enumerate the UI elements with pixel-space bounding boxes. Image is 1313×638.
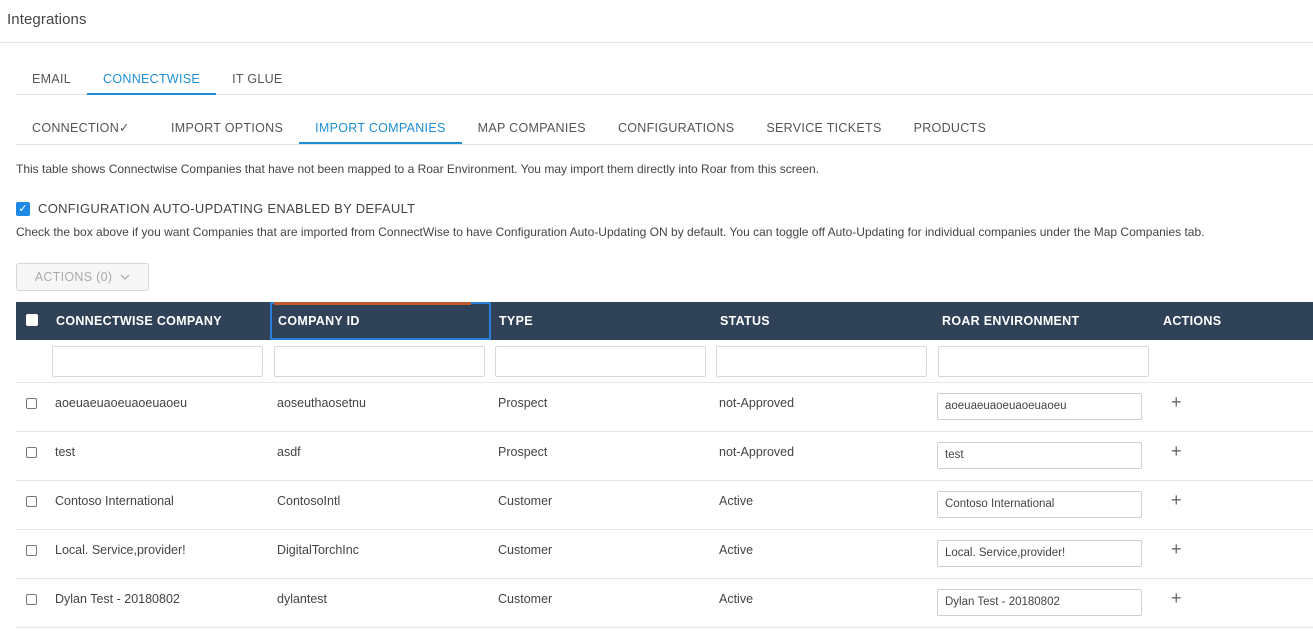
header-company-id[interactable]: COMPANY ID [270, 302, 491, 340]
auto-update-help: Check the box above if you want Companie… [16, 225, 1205, 239]
table-row: Local. Service,provider! DigitalTorchInc… [16, 530, 1313, 579]
cell-type: Customer [498, 494, 553, 508]
cell-company: aoeuaeuaoeuaoeuaoeu [55, 396, 188, 410]
plus-icon[interactable]: + [1155, 530, 1182, 559]
title-divider [0, 42, 1313, 43]
companies-table: CONNECTWISE COMPANY COMPANY ID TYPE STAT… [16, 302, 1313, 628]
auto-update-checkbox[interactable]: ✓ [16, 201, 30, 216]
tab-connectwise[interactable]: CONNECTWISE [87, 66, 217, 95]
table-row: test asdf Prospect not-Approved test + [16, 432, 1313, 481]
cell-type: Prospect [498, 396, 548, 410]
header-roar-environment[interactable]: ROAR ENVIRONMENT [934, 302, 1155, 340]
cell-company-id: dylantest [277, 592, 328, 606]
cell-company-id: ContosoIntl [277, 494, 341, 508]
check-icon: ✓ [18, 202, 28, 215]
page-title: Integrations [7, 11, 87, 28]
cell-status: not-Approved [719, 396, 795, 410]
description-text: This table shows Connectwise Companies t… [16, 162, 820, 176]
subtab-configurations[interactable]: CONFIGURATIONS [602, 115, 750, 144]
cell-status: not-Approved [719, 445, 795, 459]
header-actions: ACTIONS [1163, 314, 1222, 328]
environment-input[interactable]: test [937, 442, 1142, 469]
tab-email[interactable]: EMAIL [16, 66, 87, 95]
cell-status: Active [719, 494, 754, 508]
subtab-import-companies[interactable]: IMPORT COMPANIES [299, 115, 462, 144]
environment-input[interactable]: Local. Service,provider! [937, 540, 1142, 567]
plus-icon[interactable]: + [1155, 481, 1182, 510]
plus-icon[interactable]: + [1155, 579, 1182, 608]
filter-company-id-input[interactable] [274, 345, 485, 377]
table-row: aoeuaeuaoeuaoeuaoeu aoseuthaosetnu Prosp… [16, 383, 1313, 432]
subtab-service-tickets[interactable]: SERVICE TICKETS [750, 115, 897, 144]
cell-company-id: asdf [277, 445, 301, 459]
select-all-cell [16, 302, 48, 340]
environment-input[interactable]: aoeuaeuaoeuaoeuaoeu [937, 393, 1142, 420]
cell-type: Prospect [498, 445, 548, 459]
cell-status: Active [719, 543, 754, 557]
environment-input[interactable]: Contoso International [937, 491, 1142, 518]
row-checkbox[interactable] [26, 398, 37, 409]
filter-status-input[interactable] [716, 345, 927, 377]
subtab-import-options[interactable]: IMPORT OPTIONS [155, 115, 299, 144]
row-checkbox[interactable] [26, 496, 37, 507]
auto-update-label: CONFIGURATION AUTO-UPDATING ENABLED BY D… [38, 201, 416, 216]
filter-company-input[interactable] [52, 345, 263, 377]
actions-dropdown-label: ACTIONS (0) [34, 270, 113, 284]
tab-it-glue[interactable]: IT GLUE [216, 66, 299, 95]
plus-icon[interactable]: + [1155, 383, 1182, 412]
filter-type-input[interactable] [495, 345, 706, 377]
cell-company-id: DigitalTorchInc [277, 543, 359, 557]
table-row: Dylan Test - 20180802 dylantest Customer… [16, 579, 1313, 628]
subtab-connection[interactable]: CONNECTION✓ [16, 115, 155, 144]
cell-type: Customer [498, 543, 553, 557]
cell-company-id: aoseuthaosetnu [277, 396, 366, 410]
chevron-down-icon [120, 272, 130, 283]
environment-input[interactable]: Dylan Test - 20180802 [937, 589, 1142, 616]
integration-tabs: EMAIL CONNECTWISE IT GLUE [16, 66, 1313, 95]
cell-company: Local. Service,provider! [55, 543, 186, 557]
row-checkbox[interactable] [26, 447, 37, 458]
table-header: CONNECTWISE COMPANY COMPANY ID TYPE STAT… [16, 302, 1313, 340]
subtab-map-companies[interactable]: MAP COMPANIES [462, 115, 602, 144]
cell-company: test [55, 445, 76, 459]
subtab-products[interactable]: PRODUCTS [898, 115, 1003, 144]
table-row: Contoso International ContosoIntl Custom… [16, 481, 1313, 530]
row-checkbox[interactable] [26, 545, 37, 556]
filter-environment-input[interactable] [938, 345, 1149, 377]
actions-dropdown[interactable]: ACTIONS (0) [16, 263, 149, 291]
cell-company: Contoso International [55, 494, 174, 508]
connectwise-subtabs: CONNECTION✓ IMPORT OPTIONS IMPORT COMPAN… [16, 115, 1313, 145]
header-connectwise-company[interactable]: CONNECTWISE COMPANY [48, 302, 270, 340]
row-checkbox[interactable] [26, 594, 37, 605]
auto-update-option: ✓ CONFIGURATION AUTO-UPDATING ENABLED BY… [16, 201, 415, 216]
cell-status: Active [719, 592, 754, 606]
cell-company: Dylan Test - 20180802 [55, 592, 180, 606]
header-status[interactable]: STATUS [712, 302, 934, 340]
select-all-checkbox[interactable] [26, 313, 38, 326]
plus-icon[interactable]: + [1155, 432, 1182, 461]
cell-type: Customer [498, 592, 553, 606]
header-type[interactable]: TYPE [491, 302, 712, 340]
filter-row [16, 340, 1313, 383]
